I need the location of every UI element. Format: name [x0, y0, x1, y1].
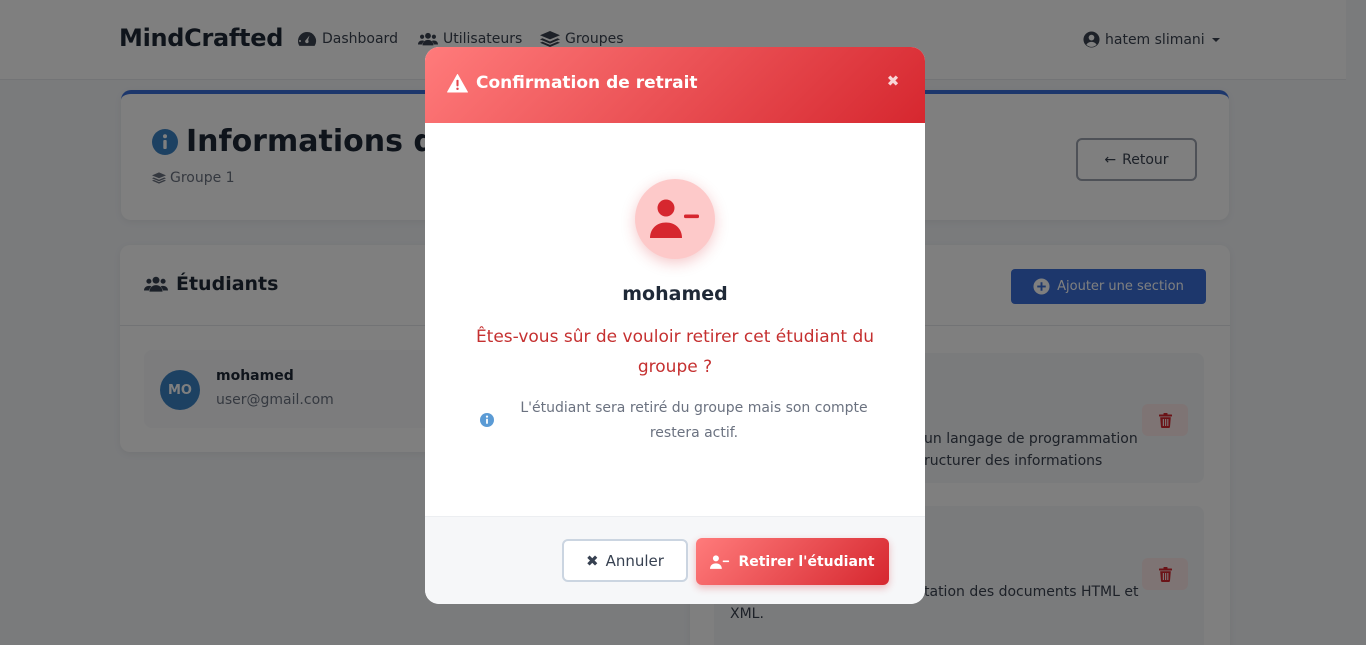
user-minus-icon [650, 199, 699, 238]
modal-footer: ✖ Annuler Retirer l'étudiant [425, 516, 925, 604]
warning-triangle-icon [447, 73, 468, 93]
modal-title-text: Confirmation de retrait [476, 73, 698, 93]
remove-student-button[interactable]: Retirer l'étudiant [696, 538, 889, 585]
close-icon: ✖ [586, 551, 599, 570]
remove-student-label: Retirer l'étudiant [738, 553, 875, 570]
info-notice-text: L'étudiant sera retiré du groupe mais so… [520, 400, 868, 441]
close-icon[interactable]: ✖ [885, 73, 901, 89]
cancel-button-label: Annuler [605, 551, 664, 570]
info-notice: L'étudiant sera retiré du groupe mais so… [479, 396, 879, 448]
user-minus-icon [710, 554, 730, 569]
user-minus-badge [635, 179, 715, 259]
modal-header: Confirmation de retrait ✖ [425, 47, 925, 123]
cancel-button[interactable]: ✖ Annuler [562, 539, 688, 582]
confirmation-question: Êtes-vous sûr de vouloir retirer cet étu… [475, 327, 875, 377]
remove-student-modal: Confirmation de retrait ✖ mohamed Êtes-v… [425, 47, 925, 604]
info-circle-icon [480, 413, 494, 427]
modal-student-name: mohamed [622, 283, 728, 305]
modal-title: Confirmation de retrait [447, 73, 698, 93]
